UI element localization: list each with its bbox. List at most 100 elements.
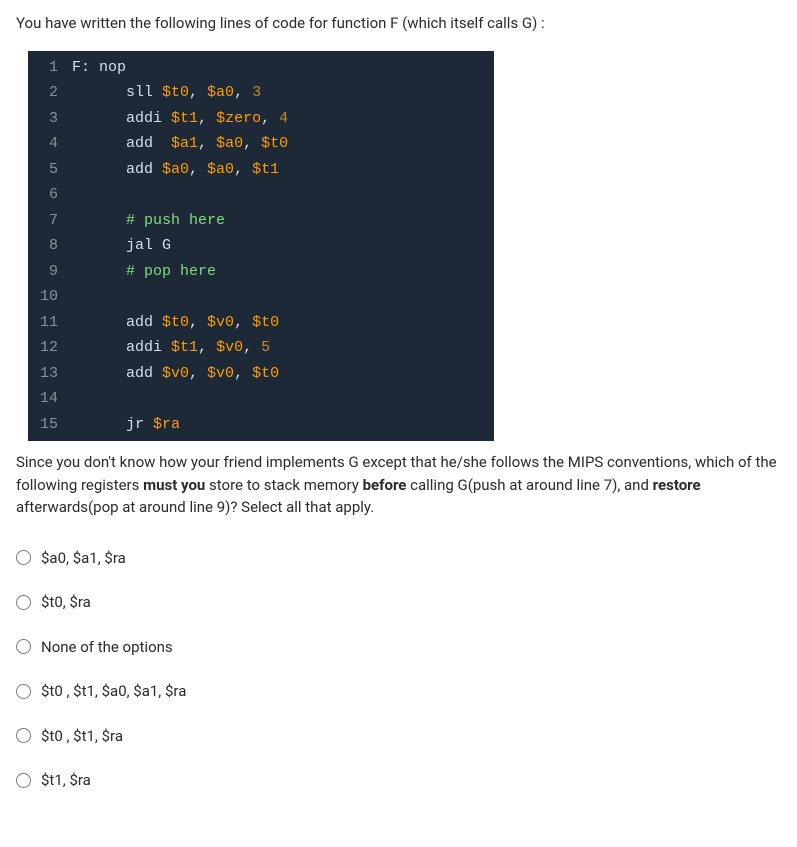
option-label: $a0, $a1, $ra bbox=[41, 547, 126, 570]
code-line: jr $ra bbox=[72, 412, 486, 438]
code-content: F: nop sll $t0, $a0, 3 addi $t1, $zero, … bbox=[72, 55, 494, 438]
code-token: , bbox=[189, 314, 207, 331]
line-number: 3 bbox=[36, 106, 58, 132]
code-line: addi $t1, $v0, 5 bbox=[72, 335, 486, 361]
code-token: , bbox=[234, 161, 252, 178]
line-number: 1 bbox=[36, 55, 58, 81]
question-text: Since you don't know how your friend imp… bbox=[16, 451, 781, 519]
code-token: 5 bbox=[261, 339, 270, 356]
code-token: , bbox=[198, 110, 216, 127]
code-line bbox=[72, 284, 486, 310]
code-token: # pop here bbox=[72, 263, 216, 280]
option-label: None of the options bbox=[41, 636, 173, 659]
code-token: add bbox=[72, 135, 171, 152]
code-token: $ra bbox=[153, 416, 180, 433]
code-line: add $v0, $v0, $t0 bbox=[72, 361, 486, 387]
radio-icon[interactable] bbox=[16, 639, 31, 654]
option-label: $t0 , $t1, $a0, $a1, $ra bbox=[41, 680, 186, 703]
line-number: 12 bbox=[36, 335, 58, 361]
code-token: , bbox=[198, 135, 216, 152]
code-line: add $t0, $v0, $t0 bbox=[72, 310, 486, 336]
line-number: 13 bbox=[36, 361, 58, 387]
code-line: add $a1, $a0, $t0 bbox=[72, 131, 486, 157]
line-number: 2 bbox=[36, 80, 58, 106]
code-token: $a0 bbox=[162, 161, 189, 178]
code-token: $t0 bbox=[252, 314, 279, 331]
code-token: $v0 bbox=[162, 365, 189, 382]
line-number: 9 bbox=[36, 259, 58, 285]
option-row[interactable]: $t0 , $t1, $ra bbox=[16, 725, 781, 748]
code-token: $a1 bbox=[171, 135, 198, 152]
code-token: $t1 bbox=[252, 161, 279, 178]
code-token: , bbox=[189, 365, 207, 382]
code-token: , bbox=[189, 84, 207, 101]
question-text-bold: restore bbox=[653, 476, 701, 494]
code-token: $a0 bbox=[216, 135, 243, 152]
line-gutter: 123456789101112131415 bbox=[28, 55, 72, 438]
code-line: addi $t1, $zero, 4 bbox=[72, 106, 486, 132]
option-row[interactable]: $a0, $a1, $ra bbox=[16, 547, 781, 570]
question-text-bold: must you bbox=[143, 476, 205, 494]
option-label: $t0, $ra bbox=[41, 591, 91, 614]
code-line: # push here bbox=[72, 208, 486, 234]
code-token: # push here bbox=[72, 212, 225, 229]
code-token: , bbox=[234, 365, 252, 382]
line-number: 8 bbox=[36, 233, 58, 259]
code-token: jal bbox=[72, 237, 162, 254]
code-token: nop bbox=[99, 59, 126, 76]
code-token: , bbox=[243, 135, 261, 152]
radio-icon[interactable] bbox=[16, 728, 31, 743]
code-line: # pop here bbox=[72, 259, 486, 285]
code-token: addi bbox=[72, 110, 171, 127]
code-line: sll $t0, $a0, 3 bbox=[72, 80, 486, 106]
code-token: $v0 bbox=[207, 314, 234, 331]
question-text-part: calling G(push at around line 7), and bbox=[406, 476, 652, 494]
radio-icon[interactable] bbox=[16, 595, 31, 610]
code-token: add bbox=[72, 314, 162, 331]
code-token: $t0 bbox=[162, 84, 189, 101]
code-token: jr bbox=[72, 416, 153, 433]
option-row[interactable]: $t1, $ra bbox=[16, 769, 781, 792]
code-token bbox=[72, 288, 81, 305]
code-line: jal G bbox=[72, 233, 486, 259]
code-token: add bbox=[72, 365, 162, 382]
line-number: 15 bbox=[36, 412, 58, 438]
code-line: add $a0, $a0, $t1 bbox=[72, 157, 486, 183]
option-label: $t0 , $t1, $ra bbox=[41, 725, 123, 748]
line-number: 14 bbox=[36, 386, 58, 412]
line-number: 4 bbox=[36, 131, 58, 157]
question-text-bold: before bbox=[363, 476, 407, 494]
code-line: F: nop bbox=[72, 55, 486, 81]
code-token: , bbox=[234, 84, 252, 101]
option-row[interactable]: $t0 , $t1, $a0, $a1, $ra bbox=[16, 680, 781, 703]
radio-icon[interactable] bbox=[16, 773, 31, 788]
code-token: $t0 bbox=[252, 365, 279, 382]
code-token: , bbox=[189, 161, 207, 178]
code-token: 4 bbox=[279, 110, 288, 127]
code-block: 123456789101112131415 F: nop sll $t0, $a… bbox=[28, 51, 494, 442]
code-token: $v0 bbox=[216, 339, 243, 356]
option-row[interactable]: $t0, $ra bbox=[16, 591, 781, 614]
code-token: $a0 bbox=[207, 161, 234, 178]
option-label: $t1, $ra bbox=[41, 769, 91, 792]
question-text-part: afterwards(pop at around line 9)? Select… bbox=[16, 498, 374, 516]
code-token: , bbox=[243, 339, 261, 356]
code-token: , bbox=[198, 339, 216, 356]
line-number: 7 bbox=[36, 208, 58, 234]
code-token: $t1 bbox=[171, 339, 198, 356]
line-number: 10 bbox=[36, 284, 58, 310]
code-token: 3 bbox=[252, 84, 261, 101]
code-token: , bbox=[234, 314, 252, 331]
line-number: 5 bbox=[36, 157, 58, 183]
option-row[interactable]: None of the options bbox=[16, 636, 781, 659]
code-token bbox=[72, 390, 81, 407]
code-token: F: bbox=[72, 59, 90, 76]
code-token: $t0 bbox=[162, 314, 189, 331]
code-token: G bbox=[162, 237, 171, 254]
question-text-part: store to stack memory bbox=[205, 476, 362, 494]
radio-icon[interactable] bbox=[16, 684, 31, 699]
code-token: $v0 bbox=[207, 365, 234, 382]
line-number: 11 bbox=[36, 310, 58, 336]
options-list: $a0, $a1, $ra $t0, $ra None of the options… bbox=[16, 547, 781, 792]
radio-icon[interactable] bbox=[16, 550, 31, 565]
